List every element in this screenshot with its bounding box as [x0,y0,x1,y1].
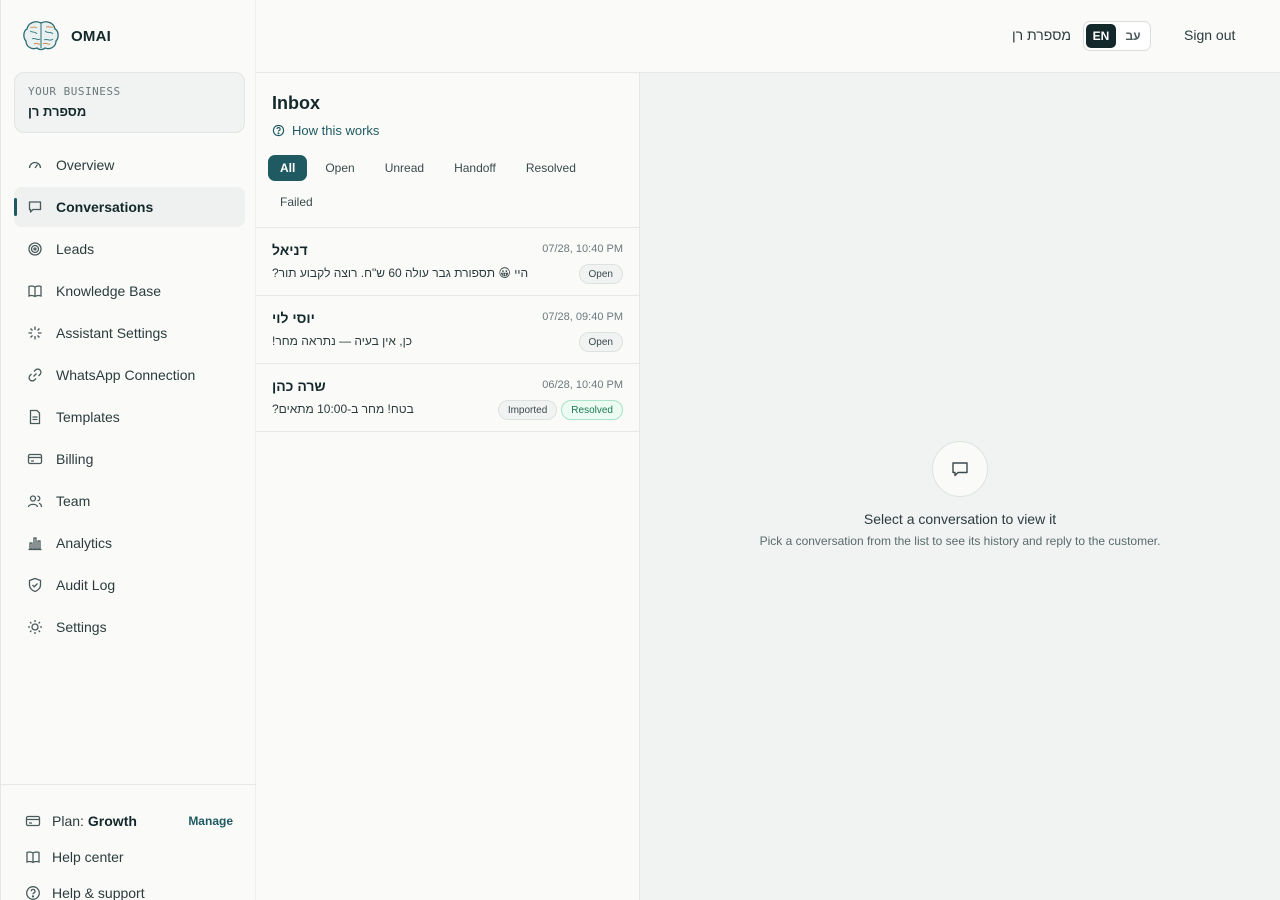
status-badges: Open [578,264,623,284]
question-circle-icon [25,885,41,900]
gauge-icon [27,157,43,173]
filter-open[interactable]: Open [313,155,366,181]
status-badge: Open [578,264,623,284]
bar-chart-icon [27,535,43,551]
sidebar-item-templates[interactable]: Templates [14,397,245,437]
book-icon [27,283,43,299]
app-name: OMAI [71,27,111,45]
how-this-works-link[interactable]: How this works [272,123,379,138]
business-card: YOUR BUSINESS מספרת רן [14,72,245,133]
book-icon [25,849,41,865]
users-icon [27,493,43,509]
filter-resolved[interactable]: Resolved [514,155,588,181]
sidebar-item-billing[interactable]: Billing [14,439,245,479]
conversation-item[interactable]: יוסי לוי 07/28, 09:40 PM כן, אין בעיה — … [256,296,639,364]
credit-card-icon [27,451,43,467]
message-time: 06/28, 10:40 PM [542,379,623,391]
filter-handoff[interactable]: Handoff [442,155,508,181]
status-badges: Imported Resolved [497,400,623,420]
contact-name: שרה כהן [272,378,326,394]
empty-state-title: Select a conversation to view it [863,511,1057,527]
plan-label: Plan: [52,813,84,829]
plan-row: Plan: Growth Manage [1,803,257,839]
sidebar-item-label: Team [56,493,91,509]
status-badge: Resolved [561,400,623,420]
top-bar: מספרת רן EN עב Sign out [256,0,1280,73]
conversation-item[interactable]: שרה כהן 06/28, 10:40 PM בטח! מחר ב-10:00… [256,364,639,432]
message-time: 07/28, 09:40 PM [542,311,623,323]
target-icon [27,241,43,257]
sidebar-nav: Overview Conversations Leads Knowledge B… [14,145,245,649]
business-label: YOUR BUSINESS [28,85,121,98]
sidebar-item-label: Billing [56,451,94,467]
help-support-label: Help & support [52,885,145,900]
sidebar-item-team[interactable]: Team [14,481,245,521]
link-icon [27,367,43,383]
status-badge: Imported [497,400,558,420]
conversation-item[interactable]: דניאל 07/28, 10:40 PM היי 😀 תספורת גבר ע… [256,228,639,296]
sidebar-item-label: Audit Log [56,577,116,593]
sidebar-footer: Plan: Growth Manage Help center Help & s… [1,784,257,900]
filter-tabs: All Open Unread Handoff Resolved Failed [268,155,628,215]
filter-unread[interactable]: Unread [373,155,436,181]
language-toggle: EN עב [1083,21,1151,51]
inbox-panel: Inbox How this works All Open Unread Han… [256,73,640,900]
sidebar-item-knowledge-base[interactable]: Knowledge Base [14,271,245,311]
inbox-title: Inbox [272,93,320,113]
how-this-works-label: How this works [292,123,380,138]
shield-icon [27,577,43,593]
sidebar: OMAI YOUR BUSINESS מספרת רן Overview Con… [0,0,257,900]
help-support-link[interactable]: Help & support [1,875,257,900]
sidebar-item-label: Leads [56,241,95,257]
sidebar-item-whatsapp-connection[interactable]: WhatsApp Connection [14,355,245,395]
sidebar-item-conversations[interactable]: Conversations [14,187,245,227]
filter-failed[interactable]: Failed [268,189,325,215]
sign-out-button[interactable]: Sign out [1184,27,1235,43]
sidebar-item-label: Overview [56,157,115,173]
conversation-list: דניאל 07/28, 10:40 PM היי 😀 תספורת גבר ע… [256,227,639,432]
chat-bubble-icon [27,199,43,215]
message-preview: בטח! מחר ב-10:00 מתאים? [272,402,414,416]
message-preview: כן, אין בעיה — נתראה מחר! [272,334,412,348]
chat-bubble-icon [932,441,988,497]
lang-he-button[interactable]: עב [1118,24,1148,48]
sidebar-item-label: WhatsApp Connection [56,367,196,383]
status-badges: Open [578,332,623,352]
top-business-name: מספרת רן [1012,27,1071,43]
sidebar-item-assistant-settings[interactable]: Assistant Settings [14,313,245,353]
sidebar-item-analytics[interactable]: Analytics [14,523,245,563]
sidebar-item-label: Conversations [56,199,154,215]
lang-en-button[interactable]: EN [1086,24,1116,48]
document-icon [27,409,43,425]
filter-all[interactable]: All [268,155,308,181]
sidebar-item-label: Assistant Settings [56,325,168,341]
message-preview: היי 😀 תספורת גבר עולה 60 ש"ח. רוצה לקבוע… [272,266,529,280]
sparkle-icon [27,325,43,341]
message-time: 07/28, 10:40 PM [542,243,623,255]
contact-name: יוסי לוי [272,310,315,326]
sidebar-item-leads[interactable]: Leads [14,229,245,269]
help-center-link[interactable]: Help center [1,839,257,875]
brain-logo-icon [23,21,59,51]
status-badge: Open [578,332,623,352]
business-name: מספרת רן [28,104,87,119]
sidebar-item-audit-log[interactable]: Audit Log [14,565,245,605]
sidebar-item-settings[interactable]: Settings [14,607,245,647]
sidebar-item-label: Knowledge Base [56,283,162,299]
manage-plan-link[interactable]: Manage [188,814,233,828]
sidebar-item-label: Settings [56,619,107,635]
sidebar-item-label: Templates [56,409,120,425]
credit-card-icon [25,813,41,829]
brand[interactable]: OMAI [21,18,111,54]
empty-state-subtitle: Pick a conversation from the list to see… [759,534,1161,548]
sidebar-item-overview[interactable]: Overview [14,145,245,185]
sun-gear-icon [27,619,43,635]
help-center-label: Help center [52,849,124,865]
conversation-detail-panel: Select a conversation to view it Pick a … [640,73,1280,900]
contact-name: דניאל [272,242,308,258]
sidebar-item-label: Analytics [56,535,113,551]
question-circle-icon [272,124,285,137]
plan-value: Growth [87,813,137,829]
